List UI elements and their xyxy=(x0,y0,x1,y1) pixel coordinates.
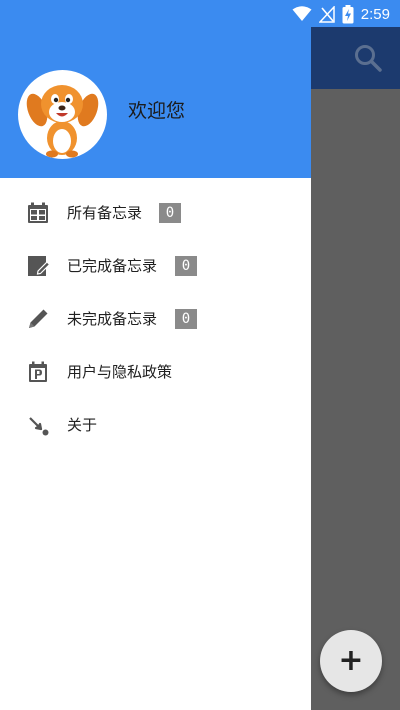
dog-avatar-icon xyxy=(26,85,99,158)
status-bar: 2:59 xyxy=(0,0,400,27)
battery-charging-icon xyxy=(342,4,354,23)
pencil-icon xyxy=(29,309,48,328)
navigation-drawer: 欢迎您 所有备忘录 0 已完成备忘录 0 未完成备忘录 0 用户与隐私政策 关于 xyxy=(0,0,311,710)
calendar-grid-icon xyxy=(28,202,48,223)
menu-item-label: 未完成备忘录 xyxy=(67,310,158,328)
note-edit-icon xyxy=(28,256,50,276)
status-time: 2:59 xyxy=(360,5,390,23)
menu-item-all-memos[interactable]: 所有备忘录 0 xyxy=(0,186,311,239)
menu-item-privacy-policy[interactable]: 用户与隐私政策 xyxy=(0,345,311,398)
drawer-menu: 所有备忘录 0 已完成备忘录 0 未完成备忘录 0 用户与隐私政策 关于 xyxy=(0,186,311,451)
menu-item-label: 关于 xyxy=(67,416,98,434)
menu-item-label: 用户与隐私政策 xyxy=(67,363,173,381)
add-memo-button[interactable]: + xyxy=(320,630,382,692)
menu-item-incomplete-memos[interactable]: 未完成备忘录 0 xyxy=(0,292,311,345)
count-badge: 0 xyxy=(175,309,197,329)
search-icon[interactable] xyxy=(352,42,384,74)
count-badge: 0 xyxy=(159,203,181,223)
menu-item-about[interactable]: 关于 xyxy=(0,398,311,451)
menu-item-completed-memos[interactable]: 已完成备忘录 0 xyxy=(0,239,311,292)
no-signal-icon xyxy=(318,5,335,23)
menu-item-label: 所有备忘录 xyxy=(67,204,143,222)
arrow-dot-icon xyxy=(29,417,49,436)
wifi-icon xyxy=(292,6,312,21)
welcome-text: 欢迎您 xyxy=(128,100,186,122)
calendar-p-icon xyxy=(29,361,47,382)
count-badge: 0 xyxy=(175,256,197,276)
menu-item-label: 已完成备忘录 xyxy=(67,257,158,275)
avatar[interactable] xyxy=(18,70,107,159)
